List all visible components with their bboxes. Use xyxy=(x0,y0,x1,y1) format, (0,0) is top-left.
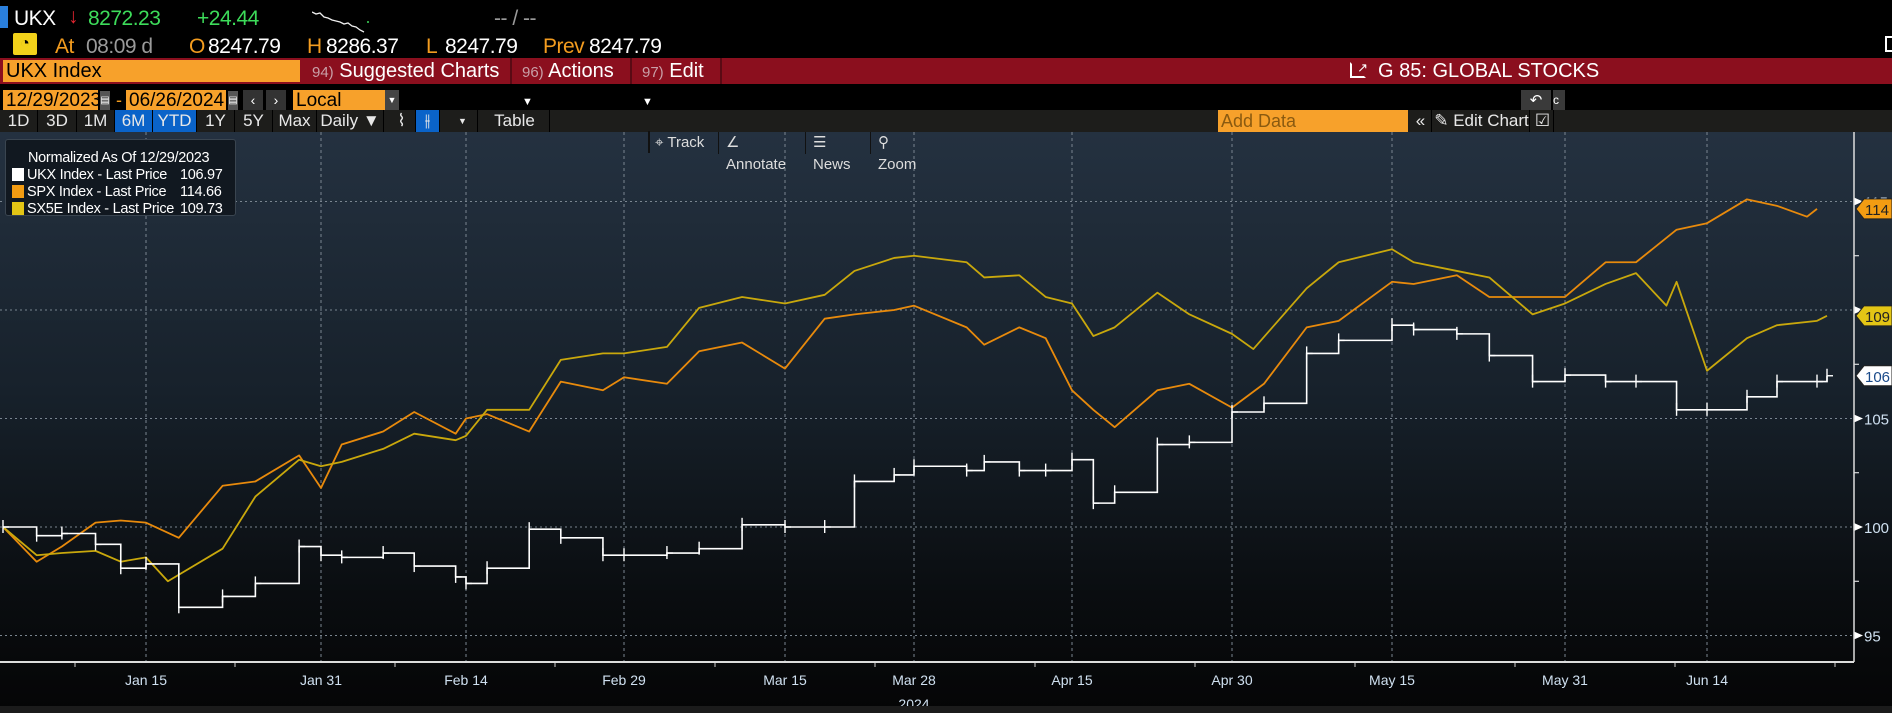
table-button[interactable]: Table xyxy=(480,110,550,132)
add-data-input[interactable]: Add Data xyxy=(1218,110,1408,132)
y-tick-label: 105 xyxy=(1864,412,1889,429)
panel-icon[interactable] xyxy=(1885,36,1892,52)
legend-title: Normalized As Of 12/29/2023 xyxy=(28,150,210,166)
news-tool[interactable]: ☰ News xyxy=(807,132,871,173)
x-tick-label: Jan 31 xyxy=(300,672,342,688)
horizontal-scrollbar[interactable] xyxy=(0,706,1892,713)
open-label: O xyxy=(189,35,205,58)
net-change: +24.44 xyxy=(197,7,259,30)
end-date-field[interactable]: 06/26/2024 xyxy=(126,90,226,112)
high-value: 8286.37 xyxy=(326,35,399,58)
x-tick-label: Apr 15 xyxy=(1051,672,1092,688)
chart-toolbar: 1D 3D 1M 6M YTD 1Y 5Y Max Daily ▼ ⌇ ⫲ ▼ … xyxy=(0,110,1892,132)
chart-tools: ⌖ Track ∠ Annotate ☰ News ⚲ Zoom xyxy=(648,131,916,173)
chart-type-dropdown[interactable]: ▼ xyxy=(448,110,478,132)
previous-period-button[interactable]: ‹ xyxy=(243,90,263,111)
period-1m[interactable]: 1M xyxy=(77,110,115,132)
bid-ask: -- / -- xyxy=(494,7,536,30)
open-value: 8247.79 xyxy=(208,35,281,58)
chart-plot[interactable]: 95100105110115Jan 15Jan 31Feb 14Feb 29Ma… xyxy=(0,132,1892,710)
menu-actions[interactable]: 96) Actions ▼ xyxy=(514,58,632,108)
menu-bar: UKX Index 94) Suggested Charts ▼ 96) Act… xyxy=(0,58,1892,108)
undo-button[interactable]: ↶ xyxy=(1521,90,1551,111)
news-icon: ☰ xyxy=(813,134,827,151)
currency-select[interactable]: Local CCY xyxy=(293,90,385,133)
period-1y[interactable]: 1Y xyxy=(197,110,235,132)
last-value-label-ukx: 106 xyxy=(1865,369,1890,386)
track-tool[interactable]: ⌖ Track xyxy=(649,132,719,154)
at-label: At xyxy=(55,35,74,58)
date-separator: - xyxy=(116,90,122,110)
series-line-sx5e xyxy=(2,248,1828,583)
x-tick-label: Apr 30 xyxy=(1211,672,1252,688)
y-tick-label: 95 xyxy=(1864,629,1881,646)
pencil-icon: ✎ xyxy=(1434,111,1449,130)
x-tick-label: May 15 xyxy=(1369,672,1415,688)
y-tick-marker xyxy=(1854,523,1863,531)
period-3d[interactable]: 3D xyxy=(38,110,77,132)
gauge-icon[interactable]: ◔ xyxy=(13,33,37,55)
prev-label: Prev xyxy=(543,35,585,58)
x-tick-label: Feb 29 xyxy=(602,672,646,688)
menu-suggested-charts[interactable]: 94) Suggested Charts ▼ xyxy=(304,58,512,108)
y-tick-marker xyxy=(1854,631,1863,640)
period-5y[interactable]: 5Y xyxy=(235,110,273,132)
chart-area[interactable]: 95100105110115Jan 15Jan 31Feb 14Feb 29Ma… xyxy=(0,131,1892,710)
chart-title: G 85: GLOBAL STOCKS xyxy=(1378,60,1600,82)
y-tick-label: 100 xyxy=(1864,520,1889,537)
frequency-select[interactable]: Daily ▼ xyxy=(317,110,384,132)
calendar-icon[interactable]: ▤ xyxy=(228,91,238,111)
x-tick-label: Feb 14 xyxy=(444,672,488,688)
line-chart-icon[interactable]: ⌇ xyxy=(388,110,416,132)
start-date-field[interactable]: 12/29/2023 xyxy=(3,90,101,112)
legend-item-spx[interactable]: SPX Index - Last Price 114.66 xyxy=(12,183,222,201)
chart-legend: Normalized As Of 12/29/2023 UKX Index - … xyxy=(5,139,236,218)
period-1d[interactable]: 1D xyxy=(0,110,38,132)
annotate-tool[interactable]: ∠ Annotate xyxy=(720,132,806,173)
last-price: 8272.23 xyxy=(88,7,161,30)
last-value-label-spx: 114 xyxy=(1865,202,1889,219)
legend-item-ukx[interactable]: UKX Index - Last Price 106.97 xyxy=(12,166,223,184)
legend-swatch xyxy=(12,202,24,215)
ticker: UKX xyxy=(14,7,56,30)
prev-value: 8247.79 xyxy=(589,35,662,58)
period-ytd[interactable]: YTD xyxy=(153,110,197,132)
legend-item-sx5e[interactable]: SX5E Index - Last Price 109.73 xyxy=(12,200,223,218)
next-period-button[interactable]: › xyxy=(266,90,286,111)
last-value-label-sx5e: 109 xyxy=(1865,309,1890,326)
period-6m[interactable]: 6M xyxy=(115,110,153,132)
x-tick-label: May 31 xyxy=(1542,672,1588,688)
x-tick-label: Mar 28 xyxy=(892,672,936,688)
zoom-tool[interactable]: ⚲ Zoom xyxy=(872,132,930,173)
low-value: 8247.79 xyxy=(445,35,518,58)
edit-chart-button[interactable]: ✎ Edit Chart xyxy=(1434,110,1530,132)
launch-icon[interactable]: ↗ xyxy=(1350,61,1368,78)
low-label: L xyxy=(426,35,438,58)
legend-swatch xyxy=(12,185,24,198)
y-tick-marker xyxy=(1854,414,1863,423)
x-tick-label: Jan 15 xyxy=(125,672,167,688)
menu-edit[interactable]: 97) Edit ▼ xyxy=(634,58,722,108)
quote-time: 08:09 d xyxy=(86,35,153,58)
crosshair-icon: ⌖ xyxy=(655,134,664,151)
period-max[interactable]: Max xyxy=(273,110,317,132)
series-line-spx xyxy=(2,198,1818,563)
bar-chart-icon[interactable]: ⫲ xyxy=(416,110,440,132)
arrow-down-icon: ↓ xyxy=(68,5,79,28)
refresh-button[interactable]: c xyxy=(1553,90,1565,111)
security-field[interactable]: UKX Index xyxy=(3,60,300,82)
high-label: H xyxy=(307,35,322,58)
x-tick-label: Mar 15 xyxy=(763,672,807,688)
calendar-icon[interactable]: ▤ xyxy=(100,91,110,111)
security-marker xyxy=(0,6,8,28)
legend-swatch xyxy=(12,168,24,181)
collapse-icon[interactable]: « xyxy=(1410,110,1432,132)
sparkline-icon xyxy=(312,11,369,33)
chevron-down-icon[interactable]: ▼ xyxy=(385,90,399,111)
annotate-icon: ∠ xyxy=(726,134,740,151)
magnifier-icon: ⚲ xyxy=(878,134,889,151)
x-tick-label: Jun 14 xyxy=(1686,672,1728,688)
chart-settings-icon[interactable]: ☑ xyxy=(1532,110,1554,132)
